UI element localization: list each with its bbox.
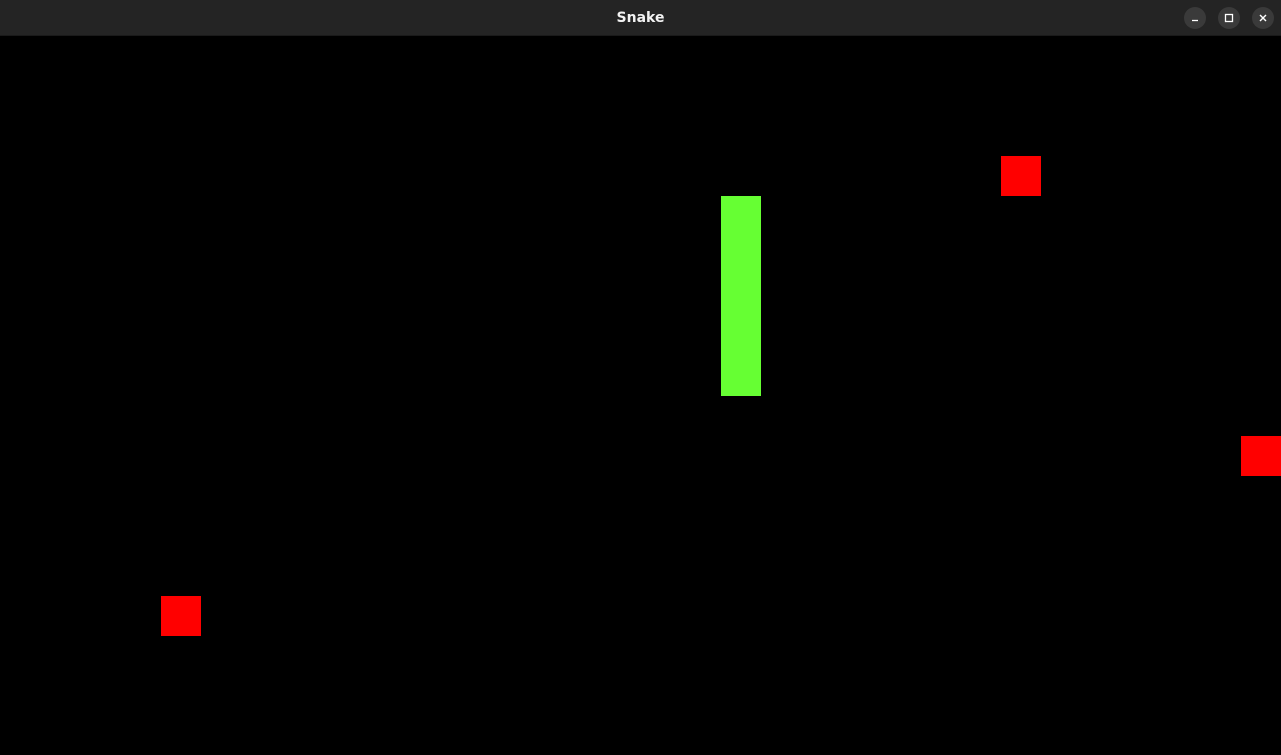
close-icon	[1259, 14, 1267, 22]
food-item	[1001, 156, 1041, 196]
close-button[interactable]	[1252, 7, 1274, 29]
snake-head	[721, 196, 761, 236]
minimize-icon	[1192, 19, 1198, 22]
snake-segment	[721, 276, 761, 316]
minimize-button[interactable]	[1184, 7, 1206, 29]
snake-window: Snake	[0, 0, 1281, 755]
title-bar[interactable]: Snake	[0, 0, 1281, 36]
food-item	[161, 596, 201, 636]
maximize-icon	[1224, 13, 1234, 23]
snake-segment	[721, 356, 761, 396]
snake-segment	[721, 316, 761, 356]
maximize-button[interactable]	[1218, 7, 1240, 29]
snake-segment	[721, 236, 761, 276]
window-title: Snake	[616, 10, 665, 26]
food-item	[1241, 436, 1281, 476]
game-board[interactable]	[1, 36, 1281, 755]
